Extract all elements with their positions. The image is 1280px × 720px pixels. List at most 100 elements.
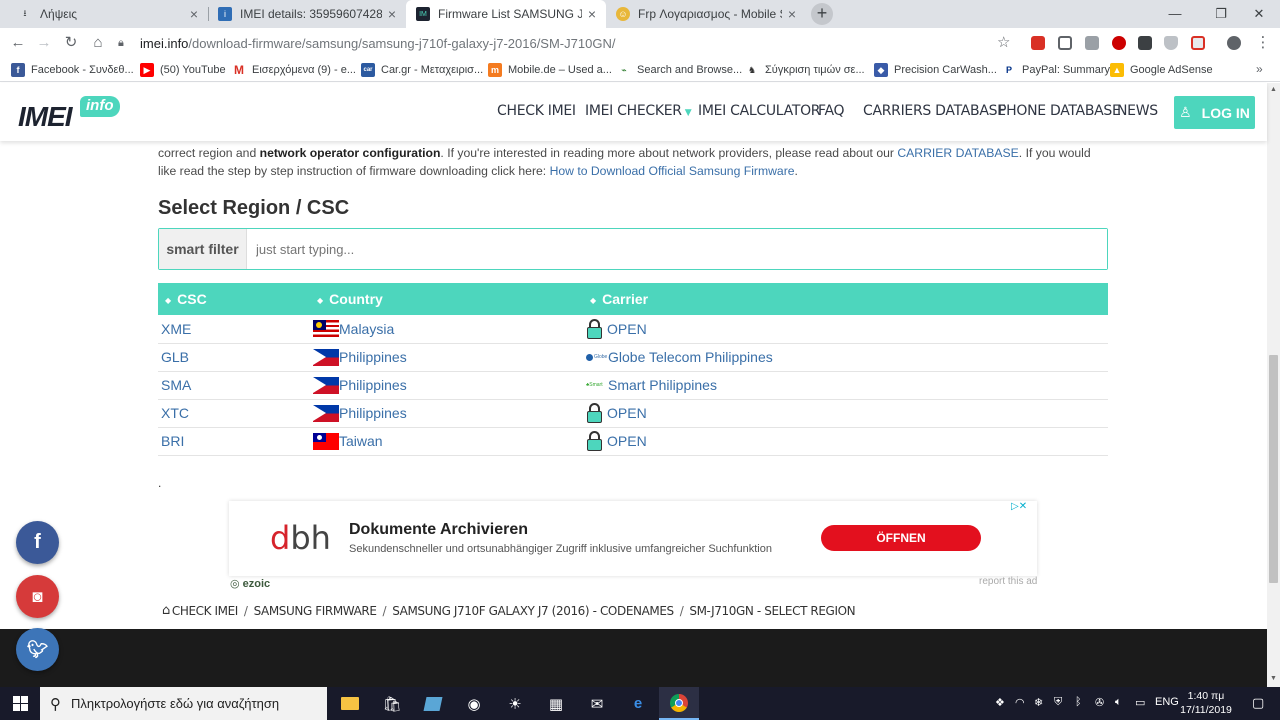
- adchoices-icon[interactable]: ▷✕: [1011, 501, 1027, 512]
- country-link[interactable]: Philippines: [339, 349, 407, 365]
- extension-icon[interactable]: [1191, 36, 1205, 50]
- ad-banner[interactable]: dbh Dokumente Archivieren Sekundenschnel…: [229, 501, 1037, 576]
- login-button[interactable]: ♙ LOG IN: [1174, 96, 1255, 129]
- file-explorer-icon[interactable]: [330, 687, 370, 720]
- bookmark-item[interactable]: M Εισερχόμενα (9) - e...: [232, 62, 356, 78]
- nav-faq[interactable]: FAQ: [818, 103, 845, 119]
- twitter-share-button[interactable]: 🐦︎: [16, 628, 59, 671]
- facebook-share-button[interactable]: f: [16, 521, 59, 564]
- extension-icon[interactable]: [1058, 36, 1072, 50]
- close-tab-icon[interactable]: ×: [588, 6, 596, 22]
- th-carrier[interactable]: ◆ Carrier: [583, 283, 1108, 315]
- csc-link[interactable]: XME: [158, 315, 310, 344]
- th-csc[interactable]: ◆ CSC: [158, 283, 310, 315]
- dropbox-tray-icon[interactable]: ❖: [995, 696, 1005, 709]
- opera-icon[interactable]: [1112, 36, 1126, 50]
- home-icon[interactable]: ⌂: [87, 32, 109, 54]
- report-ad-link[interactable]: report this ad: [979, 576, 1037, 587]
- carrier-link[interactable]: Smart Philippines: [608, 377, 717, 393]
- scroll-up-icon[interactable]: ▲: [1269, 86, 1278, 93]
- taskbar-clock[interactable]: 1:40 πμ 17/11/2019: [1176, 689, 1236, 717]
- volume-tray-icon[interactable]: 🔈︎: [1115, 696, 1122, 709]
- back-icon[interactable]: ←: [7, 32, 29, 54]
- weather-icon[interactable]: ☀: [495, 687, 535, 720]
- wifi-tray-icon[interactable]: ◠: [1015, 696, 1025, 709]
- bluetooth-tray-icon[interactable]: ᛒ: [1075, 696, 1082, 708]
- snowflake-tray-icon[interactable]: ❄: [1034, 696, 1043, 709]
- nav-news[interactable]: NEWS: [1117, 103, 1158, 119]
- bookmark-item[interactable]: f Facebook - Συνδεθ...: [11, 62, 134, 78]
- app-icon[interactable]: [413, 687, 453, 720]
- nav-check-imei[interactable]: CHECK IMEI: [497, 103, 576, 119]
- nav-phone-database[interactable]: PHONE DATABASE: [998, 103, 1121, 119]
- carrier-link[interactable]: OPEN: [607, 321, 647, 337]
- address-bar[interactable]: 🔒︎ imei.info/download-firmware/samsung/s…: [118, 31, 1018, 55]
- scroll-down-icon[interactable]: ▼: [1269, 675, 1278, 682]
- breadcrumb-item[interactable]: CHECK IMEI: [172, 604, 238, 618]
- bookmark-item[interactable]: car Car.gr - Μεταχειρισ...: [361, 62, 483, 78]
- browser-tab[interactable]: i IMEI details: 359596074280409 - ×: [208, 0, 406, 28]
- browser-tab[interactable]: ☺ Frp Λογαριασμος - Mobile Softw ×: [606, 0, 806, 28]
- nav-imei-calculator[interactable]: IMEI CALCULATOR: [698, 103, 821, 119]
- site-logo[interactable]: IMEI info: [18, 95, 128, 135]
- carrier-link[interactable]: OPEN: [607, 433, 647, 449]
- bookmark-item[interactable]: ♞ Σύγκριση τιμών σε...: [745, 62, 865, 78]
- forward-icon[interactable]: →: [33, 32, 55, 54]
- mail-icon[interactable]: ✉: [577, 687, 617, 720]
- bookmark-item[interactable]: P PayPal: Summary: [1002, 62, 1110, 78]
- country-link[interactable]: Philippines: [339, 377, 407, 393]
- minimize-icon[interactable]: —: [1152, 0, 1198, 28]
- carrier-link[interactable]: OPEN: [607, 405, 647, 421]
- extension-icon[interactable]: [1138, 36, 1152, 50]
- browser-tab-active[interactable]: IM Firmware List SAMSUNG J710F G ×: [406, 0, 606, 28]
- store-icon[interactable]: 🛍︎: [372, 687, 412, 720]
- scrollbar-thumb[interactable]: [1269, 355, 1278, 583]
- instagram-share-button[interactable]: ◙: [16, 575, 59, 618]
- carrier-link[interactable]: Globe Telecom Philippines: [608, 349, 773, 365]
- shield-icon[interactable]: [1164, 36, 1178, 50]
- bookmark-item[interactable]: ▶ (50) YouTube: [140, 62, 226, 78]
- bookmark-item[interactable]: ⌁ Search and Browse...: [617, 62, 742, 78]
- bookmark-item[interactable]: ◆ Precision CarWash...: [874, 62, 997, 78]
- bookmark-item[interactable]: m Mobile.de – Used a...: [488, 62, 612, 78]
- carrier-database-link[interactable]: CARRIER DATABASE: [897, 146, 1018, 160]
- nav-imei-checker[interactable]: IMEI CHECKER ▼: [585, 103, 692, 119]
- nav-carriers-database[interactable]: CARRIERS DATABASE: [863, 103, 1006, 119]
- bookmark-item[interactable]: ▲ Google AdSense: [1110, 62, 1213, 78]
- edge-icon[interactable]: e: [618, 687, 658, 720]
- notifications-icon[interactable]: ▢: [1252, 695, 1264, 711]
- csc-link[interactable]: GLB: [158, 343, 310, 372]
- close-tab-icon[interactable]: ×: [190, 6, 198, 22]
- menu-dots-icon[interactable]: ⋮: [1252, 32, 1274, 54]
- breadcrumb-item[interactable]: SAMSUNG J710F GALAXY J7 (2016) - CODENAM…: [392, 604, 674, 618]
- extension-icon[interactable]: [1085, 36, 1099, 50]
- browser-tab[interactable]: ⭳ Λήψεις ×: [8, 0, 208, 28]
- bookmark-star-icon[interactable]: ☆: [997, 33, 1010, 51]
- extension-icon[interactable]: [1031, 36, 1045, 50]
- smart-filter-input[interactable]: [247, 229, 1107, 269]
- taskbar-search[interactable]: ⚲ Πληκτρολογήστε εδώ για αναζήτηση: [40, 687, 327, 720]
- breadcrumb-item[interactable]: SAMSUNG FIRMWARE: [254, 604, 377, 618]
- network-tray-icon[interactable]: ✇: [1095, 696, 1104, 709]
- avatar[interactable]: [1227, 36, 1241, 50]
- csc-link[interactable]: BRI: [158, 427, 310, 456]
- close-tab-icon[interactable]: ×: [388, 6, 396, 22]
- new-tab-button[interactable]: +: [811, 3, 833, 25]
- how-to-download-link[interactable]: How to Download Official Samsung Firmwar…: [550, 164, 795, 178]
- bookmarks-overflow-icon[interactable]: »: [1256, 62, 1263, 76]
- media-player-icon[interactable]: ◉: [454, 687, 494, 720]
- calculator-icon[interactable]: ▦: [536, 687, 576, 720]
- close-tab-icon[interactable]: ×: [788, 6, 796, 22]
- country-link[interactable]: Philippines: [339, 405, 407, 421]
- th-country[interactable]: ◆ Country: [310, 283, 583, 315]
- ad-open-button[interactable]: ÖFFNEN: [821, 525, 981, 551]
- close-window-icon[interactable]: ✕: [1236, 0, 1280, 28]
- battery-tray-icon[interactable]: ▭: [1135, 696, 1145, 709]
- csc-link[interactable]: SMA: [158, 371, 310, 400]
- chrome-icon[interactable]: [659, 687, 699, 720]
- country-link[interactable]: Malaysia: [339, 321, 394, 337]
- shield-tray-icon[interactable]: ⛨: [1054, 696, 1062, 709]
- country-link[interactable]: Taiwan: [339, 433, 383, 449]
- ezoic-logo[interactable]: ◎ ezoic: [230, 577, 270, 590]
- csc-link[interactable]: XTC: [158, 399, 310, 428]
